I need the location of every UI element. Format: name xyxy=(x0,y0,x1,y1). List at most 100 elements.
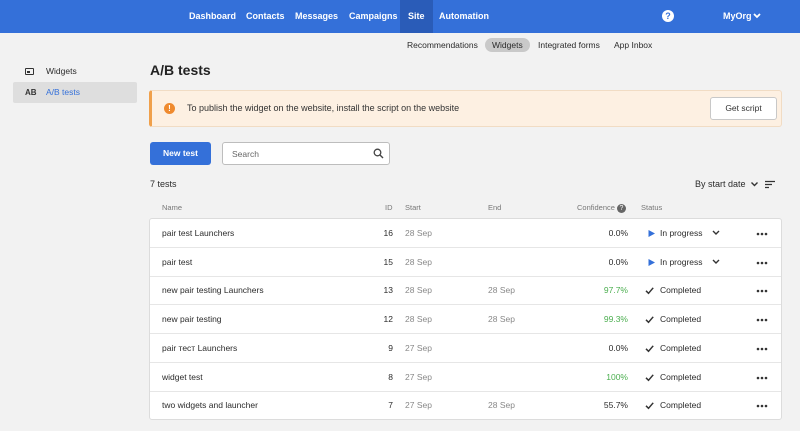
ab-tests-table: pair test Launchers 16 28 Sep 0.0% In progre… xyxy=(149,218,782,420)
more-options-icon[interactable] xyxy=(756,347,768,351)
test-status: Completed xyxy=(660,314,702,325)
test-confidence: 55.7% xyxy=(603,400,628,411)
test-end: 28 Sep xyxy=(488,285,515,296)
test-start: 27 Sep xyxy=(405,400,432,411)
checkmark-icon xyxy=(645,345,654,353)
checkmark-icon xyxy=(645,373,654,381)
column-header-status[interactable]: Status xyxy=(641,203,662,212)
nav-messages[interactable]: Messages xyxy=(295,0,338,33)
help-icon[interactable]: ? xyxy=(662,10,674,22)
test-id: 12 xyxy=(383,314,393,325)
table-row[interactable]: two widgets and launcher 7 27 Sep 28 Sep 55.… xyxy=(150,391,781,420)
sidebar-item-label: A/B tests xyxy=(46,87,81,97)
test-confidence: 100% xyxy=(606,371,628,382)
test-end: 28 Sep xyxy=(488,400,515,411)
test-id: 15 xyxy=(383,256,393,267)
chevron-down-icon[interactable] xyxy=(712,259,720,265)
test-start: 28 Sep xyxy=(405,228,432,238)
more-options-icon[interactable] xyxy=(756,376,768,380)
table-row[interactable]: new pair testing 12 28 Sep 28 Sep 99.3% Compl… xyxy=(150,305,781,335)
test-confidence: 99.3% xyxy=(603,314,628,325)
checkmark-icon xyxy=(645,316,654,324)
more-options-icon[interactable] xyxy=(756,232,768,236)
test-id: 13 xyxy=(383,285,393,296)
more-options-icon[interactable] xyxy=(756,289,768,293)
test-confidence: 0.0% xyxy=(608,256,628,267)
table-row[interactable]: pair тест Launchers 9 27 Sep 0.0% Completed xyxy=(150,334,781,363)
column-header-name[interactable]: Name xyxy=(162,203,182,212)
widget-icon xyxy=(25,68,34,75)
test-name[interactable]: pair test xyxy=(162,257,192,267)
more-options-icon[interactable] xyxy=(756,404,768,408)
test-name[interactable]: pair test Launchers xyxy=(162,228,234,238)
test-name[interactable]: new pair testing xyxy=(162,314,222,324)
nav-automation[interactable]: Automation xyxy=(439,0,489,33)
table-row[interactable]: pair test 15 28 Sep 0.0% In progress xyxy=(150,248,781,277)
get-script-button[interactable]: Get script xyxy=(710,97,777,120)
column-header-id[interactable]: ID xyxy=(385,203,393,212)
test-name[interactable]: two widgets and launcher xyxy=(162,400,258,410)
search-input[interactable] xyxy=(232,143,362,164)
test-end: 28 Sep xyxy=(488,314,515,325)
chevron-down-icon[interactable] xyxy=(750,181,759,188)
subnav-recommendations[interactable]: Recommendations xyxy=(407,38,478,52)
test-confidence: 0.0% xyxy=(608,228,628,238)
sidebar-item-widgets[interactable]: Widgets xyxy=(13,61,137,82)
test-status: Completed xyxy=(660,342,702,353)
test-id: 16 xyxy=(383,228,393,238)
test-id: 7 xyxy=(388,400,393,411)
nav-contacts[interactable]: Contacts xyxy=(246,0,285,33)
new-test-button[interactable]: New test xyxy=(150,142,211,165)
column-header-end[interactable]: End xyxy=(488,203,501,212)
test-status: Completed xyxy=(660,371,702,382)
test-status: Completed xyxy=(660,400,702,411)
chevron-down-icon[interactable] xyxy=(712,230,720,236)
test-id: 8 xyxy=(388,371,393,382)
table-row[interactable]: pair test Launchers 16 28 Sep 0.0% In progre… xyxy=(150,219,781,248)
nav-campaigns[interactable]: Campaigns xyxy=(349,0,398,33)
more-options-icon[interactable] xyxy=(756,318,768,322)
top-navigation-bar: Dashboard Contacts Messages Campaigns Si… xyxy=(0,0,800,33)
chevron-down-icon[interactable] xyxy=(752,12,762,20)
org-switcher[interactable]: MyOrg xyxy=(723,0,752,33)
alert-text: To publish the widget on the website, in… xyxy=(187,103,460,113)
sort-order-icon[interactable] xyxy=(765,180,775,189)
checkmark-icon xyxy=(645,402,654,410)
subnav-integrated-forms[interactable]: Integrated forms xyxy=(538,38,600,52)
play-icon xyxy=(648,258,655,266)
test-start: 28 Sep xyxy=(405,256,432,267)
test-start: 28 Sep xyxy=(405,314,432,325)
sort-dropdown[interactable]: By start date xyxy=(695,179,746,189)
more-options-icon[interactable] xyxy=(756,261,768,265)
test-name[interactable]: widget test xyxy=(162,372,203,382)
subnav-widgets[interactable]: Widgets xyxy=(485,38,530,52)
search-icon[interactable] xyxy=(373,148,384,159)
ab-icon: AB xyxy=(25,88,37,97)
column-header-label: Confidence xyxy=(577,203,615,212)
subnav-app-inbox[interactable]: App Inbox xyxy=(614,38,652,52)
test-start: 28 Sep xyxy=(405,285,432,296)
nav-dashboard[interactable]: Dashboard xyxy=(189,0,236,33)
warning-icon: ! xyxy=(164,103,175,114)
table-row[interactable]: new pair testing Launchers 13 28 Sep 28 Sep… xyxy=(150,276,781,306)
nav-site[interactable]: Site xyxy=(400,0,433,33)
column-header-confidence[interactable]: Confidence? xyxy=(577,203,626,213)
test-confidence: 97.7% xyxy=(603,285,628,296)
install-script-alert: ! To publish the widget on the website, … xyxy=(149,90,782,127)
test-id: 9 xyxy=(388,342,393,353)
sidebar-item-label: Widgets xyxy=(46,66,77,76)
test-name[interactable]: pair тест Launchers xyxy=(162,343,237,353)
search-box xyxy=(222,142,390,165)
test-status[interactable]: In progress xyxy=(660,257,703,267)
play-icon xyxy=(648,230,655,237)
column-header-start[interactable]: Start xyxy=(405,203,421,212)
tests-count: 7 tests xyxy=(150,179,177,189)
test-name[interactable]: new pair testing Launchers xyxy=(162,285,264,295)
table-row[interactable]: widget test 8 27 Sep 100% Completed xyxy=(150,363,781,392)
test-status: Completed xyxy=(660,285,702,296)
test-start: 27 Sep xyxy=(405,342,432,353)
checkmark-icon xyxy=(645,287,654,295)
sidebar-item-ab-tests[interactable]: AB A/B tests xyxy=(13,82,137,103)
test-status[interactable]: In progress xyxy=(660,228,703,238)
confidence-help-icon[interactable]: ? xyxy=(616,203,626,213)
